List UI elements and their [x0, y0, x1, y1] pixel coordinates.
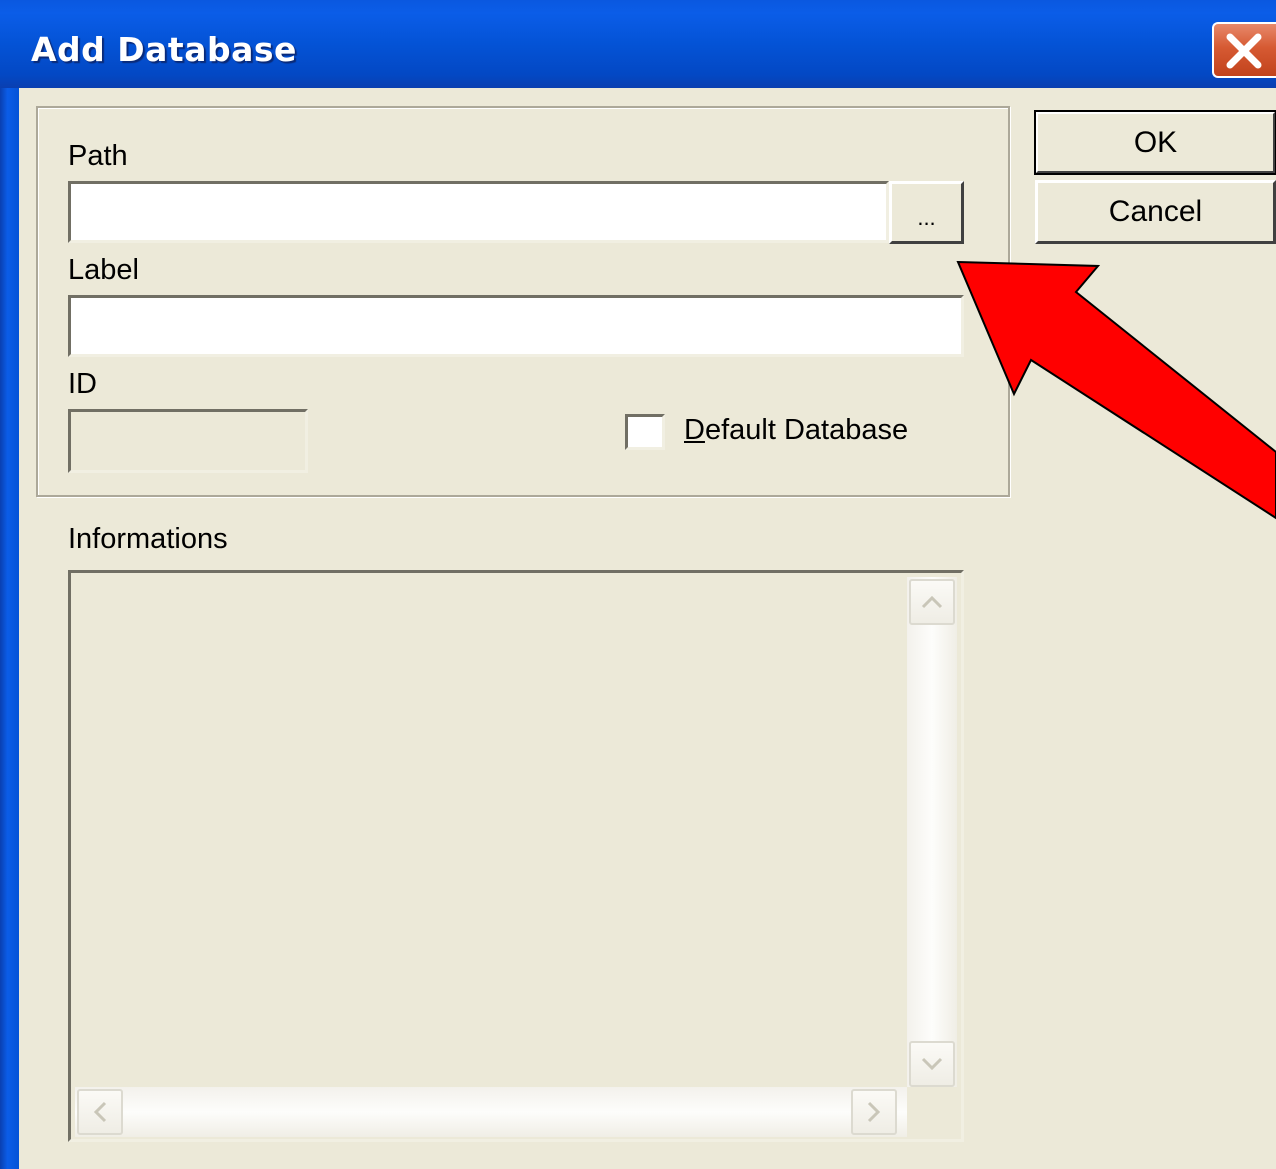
ok-button[interactable]: OK — [1034, 110, 1276, 175]
scroll-left-button[interactable] — [77, 1089, 123, 1135]
horizontal-scrollbar[interactable] — [75, 1087, 907, 1137]
default-database-label[interactable]: Default Database — [684, 414, 908, 447]
informations-textarea[interactable] — [68, 570, 964, 1142]
title-bar[interactable]: Add Database — [0, 0, 1276, 88]
label-input[interactable] — [68, 295, 964, 357]
default-database-label-text: efault Database — [704, 414, 909, 446]
id-label: ID — [68, 368, 97, 400]
close-button[interactable] — [1212, 22, 1276, 78]
window-title: Add Database — [31, 30, 297, 69]
browse-button[interactable]: ... — [889, 181, 964, 244]
path-label: Path — [68, 140, 128, 172]
chevron-up-icon — [921, 595, 943, 609]
window-frame-left — [0, 88, 19, 1169]
scroll-up-button[interactable] — [909, 579, 955, 625]
chevron-left-icon — [93, 1101, 107, 1123]
vertical-scrollbar[interactable] — [907, 577, 957, 1087]
informations-label: Informations — [68, 523, 228, 555]
cancel-button[interactable]: Cancel — [1035, 180, 1276, 244]
scroll-right-button[interactable] — [851, 1089, 897, 1135]
scroll-down-button[interactable] — [909, 1041, 955, 1087]
label-label: Label — [68, 254, 139, 286]
chevron-right-icon — [867, 1101, 881, 1123]
id-field — [68, 409, 308, 473]
close-icon — [1226, 33, 1262, 69]
add-database-dialog: Add Database Path ... Label ID Default D… — [0, 0, 1276, 1169]
chevron-down-icon — [921, 1057, 943, 1071]
default-database-checkbox[interactable] — [625, 414, 665, 450]
default-database-mnemonic: D — [684, 414, 705, 446]
path-input[interactable] — [68, 181, 889, 243]
